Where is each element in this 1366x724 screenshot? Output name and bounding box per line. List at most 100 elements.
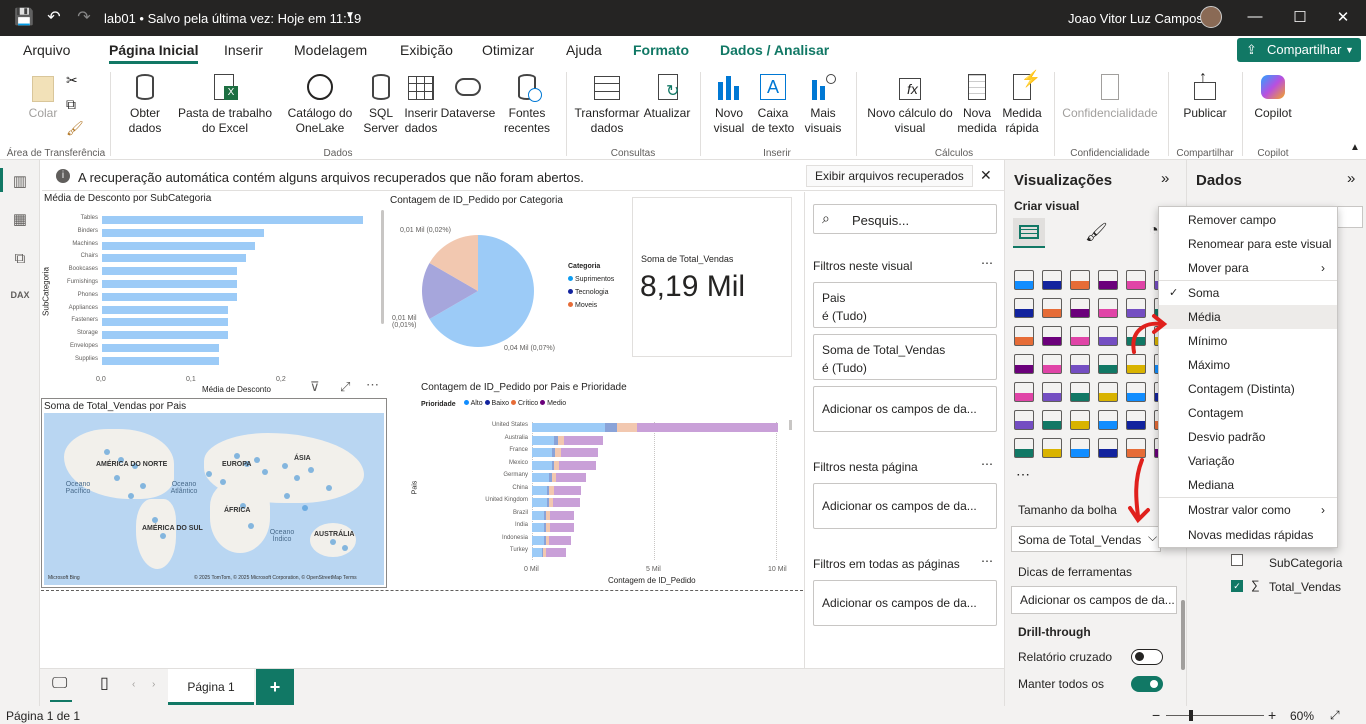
card-total-sales[interactable]: Soma de Total_Vendas 8,19 Mil <box>632 197 792 357</box>
maximize-icon[interactable]: ☐ <box>1290 8 1310 28</box>
close-icon[interactable]: ✕ <box>980 167 992 184</box>
legend-item[interactable]: Suprimentos <box>568 276 614 283</box>
visual-type-icon[interactable] <box>1042 298 1062 318</box>
copy-icon[interactable]: ⧉ <box>66 96 76 113</box>
menu-item-std-dev[interactable]: Desvio padrão <box>1159 425 1337 449</box>
collapse-icon[interactable]: » <box>1161 170 1169 187</box>
dax-view-icon[interactable]: DAX <box>10 290 30 310</box>
visual-type-icon[interactable] <box>1014 298 1034 318</box>
fit-page-icon[interactable]: ⤢ <box>1330 708 1340 723</box>
publish-button[interactable]: ↑ Publicar <box>1178 66 1232 121</box>
menu-item-show-value-as[interactable]: Mostrar valor como › <box>1159 498 1337 522</box>
visual-type-icon[interactable] <box>1070 382 1090 402</box>
visual-type-icon[interactable] <box>1042 438 1062 458</box>
visual-type-icon[interactable] <box>1042 382 1062 402</box>
filter-search-input[interactable]: ⌕ Pesquis... <box>813 204 997 234</box>
scrollbar[interactable] <box>381 210 384 324</box>
add-fields-dropzone[interactable]: Adicionar os campos de da... <box>1011 586 1177 614</box>
field-checkbox[interactable] <box>1231 554 1243 566</box>
model-view-icon[interactable]: ⧉ <box>10 250 30 270</box>
field-subcategoria[interactable]: SubCategoria <box>1269 556 1342 570</box>
legend-item[interactable]: Tecnologia <box>568 289 614 296</box>
transform-data-button[interactable]: Transformar dados <box>574 66 640 136</box>
format-visual-icon[interactable]: 🖌 <box>1085 222 1108 243</box>
chevron-down-icon[interactable]: ▼ <box>345 10 355 21</box>
menu-item-count[interactable]: Contagem <box>1159 401 1337 425</box>
tab-modelagem[interactable]: Modelagem <box>294 42 367 58</box>
tab-exibicao[interactable]: Exibição <box>400 42 453 58</box>
tab-arquivo[interactable]: Arquivo <box>23 42 70 58</box>
format-painter-icon[interactable]: 🖌 <box>66 120 84 137</box>
minimize-icon[interactable]: — <box>1245 8 1265 28</box>
menu-item-quick-measures[interactable]: Novas medidas rápidas <box>1159 523 1337 547</box>
table-view-icon[interactable]: ▦ <box>10 210 30 230</box>
new-visual-calc-button[interactable]: fx Novo cálculo do visual <box>864 66 956 136</box>
refresh-button[interactable]: ↻ Atualizar <box>640 66 694 121</box>
visual-sales-by-country-map[interactable]: Soma de Total_Vendas por Pais AMÉRICA DO… <box>41 398 387 588</box>
visual-type-icon[interactable] <box>1014 354 1034 374</box>
visual-type-icon[interactable] <box>1070 326 1090 346</box>
avatar[interactable] <box>1200 6 1222 28</box>
visual-type-icon[interactable] <box>1042 270 1062 290</box>
menu-item-count-distinct[interactable]: Contagem (Distinta) <box>1159 377 1337 401</box>
get-data-button[interactable]: Obter dados <box>118 66 172 136</box>
chevron-left-icon[interactable]: ‹ <box>132 679 135 690</box>
zoom-out-icon[interactable]: − <box>1152 707 1160 723</box>
menu-item-average[interactable]: Média <box>1159 305 1337 329</box>
more-options-icon[interactable]: ⋯ <box>981 457 993 471</box>
chevron-right-icon[interactable]: › <box>152 679 155 690</box>
undo-icon[interactable]: ↶ <box>44 8 64 28</box>
zoom-handle[interactable] <box>1189 710 1193 721</box>
add-fields-dropzone[interactable]: Adicionar os campos de da... <box>813 386 997 432</box>
share-button[interactable]: ⇪ Compartilhar ▼ <box>1237 38 1361 62</box>
cross-report-toggle[interactable] <box>1131 649 1163 665</box>
field-total-vendas[interactable]: Total_Vendas <box>1269 580 1341 594</box>
show-recovered-button[interactable]: Exibir arquivos recuperados <box>806 165 973 187</box>
visual-type-icon[interactable] <box>1014 382 1034 402</box>
mobile-layout-icon[interactable]: ▯ <box>100 673 109 693</box>
sensitivity-button[interactable]: Confidencialidade <box>1060 66 1160 121</box>
visual-type-icon[interactable] <box>1098 382 1118 402</box>
visual-type-icon[interactable] <box>1098 270 1118 290</box>
focus-mode-icon[interactable]: ⤢ <box>340 379 350 395</box>
desktop-layout-icon[interactable]: 🖵 <box>52 675 67 693</box>
menu-item-rename[interactable]: Renomear para este visual <box>1159 232 1337 256</box>
menu-item-remove-field[interactable]: Remover campo <box>1159 208 1337 232</box>
more-visuals-icon[interactable]: ⋯ <box>1016 466 1030 483</box>
menu-item-move-to[interactable]: Mover para › <box>1159 256 1337 280</box>
visual-discount-by-subcategory[interactable]: Média de Desconto por SubCategoria SubCa… <box>42 193 382 398</box>
map-area[interactable]: AMÉRICA DO NORTE EUROPA ÁSIA Oceano Pací… <box>44 413 384 585</box>
visual-type-icon[interactable] <box>1098 326 1118 346</box>
visual-type-icon[interactable] <box>1070 438 1090 458</box>
onelake-button[interactable]: Catálogo do OneLake <box>282 66 358 136</box>
more-options-icon[interactable]: ⋯ <box>981 256 993 270</box>
more-options-icon[interactable]: ⋯ <box>366 377 379 393</box>
data-search-input[interactable] <box>1335 206 1363 228</box>
redo-icon[interactable]: ↷ <box>74 8 94 28</box>
insert-data-button[interactable]: Inserir dados <box>402 66 440 136</box>
visual-type-icon[interactable] <box>1098 298 1118 318</box>
collapse-icon[interactable]: » <box>1347 170 1355 187</box>
visual-orders-by-category[interactable]: Contagem de ID_Pedido por Categoria 0,01… <box>388 193 628 368</box>
visual-type-icon[interactable] <box>1042 326 1062 346</box>
menu-item-variance[interactable]: Variação <box>1159 449 1337 473</box>
filter-icon[interactable]: ⊽ <box>310 379 320 395</box>
scrollbar[interactable] <box>789 420 792 430</box>
visual-type-icon[interactable] <box>1014 438 1034 458</box>
zoom-slider[interactable] <box>1166 715 1264 716</box>
scrollbar[interactable] <box>1181 600 1185 670</box>
visual-type-icon[interactable] <box>1014 326 1034 346</box>
add-page-button[interactable]: + <box>256 669 294 705</box>
new-measure-button[interactable]: Nova medida <box>956 66 998 136</box>
cut-icon[interactable]: ✂ <box>66 72 78 89</box>
paste-button[interactable]: Colar <box>18 66 68 121</box>
tab-pagina-inicial[interactable]: Página Inicial <box>109 42 199 64</box>
dataverse-button[interactable]: Dataverse <box>440 66 496 121</box>
visual-type-icon[interactable] <box>1070 298 1090 318</box>
visual-type-icon[interactable] <box>1042 410 1062 430</box>
tab-inserir[interactable]: Inserir <box>224 42 263 58</box>
more-options-icon[interactable]: ⋯ <box>981 554 993 568</box>
visual-type-icon[interactable] <box>1014 270 1034 290</box>
visual-type-icon[interactable] <box>1070 270 1090 290</box>
visual-type-icon[interactable] <box>1042 354 1062 374</box>
